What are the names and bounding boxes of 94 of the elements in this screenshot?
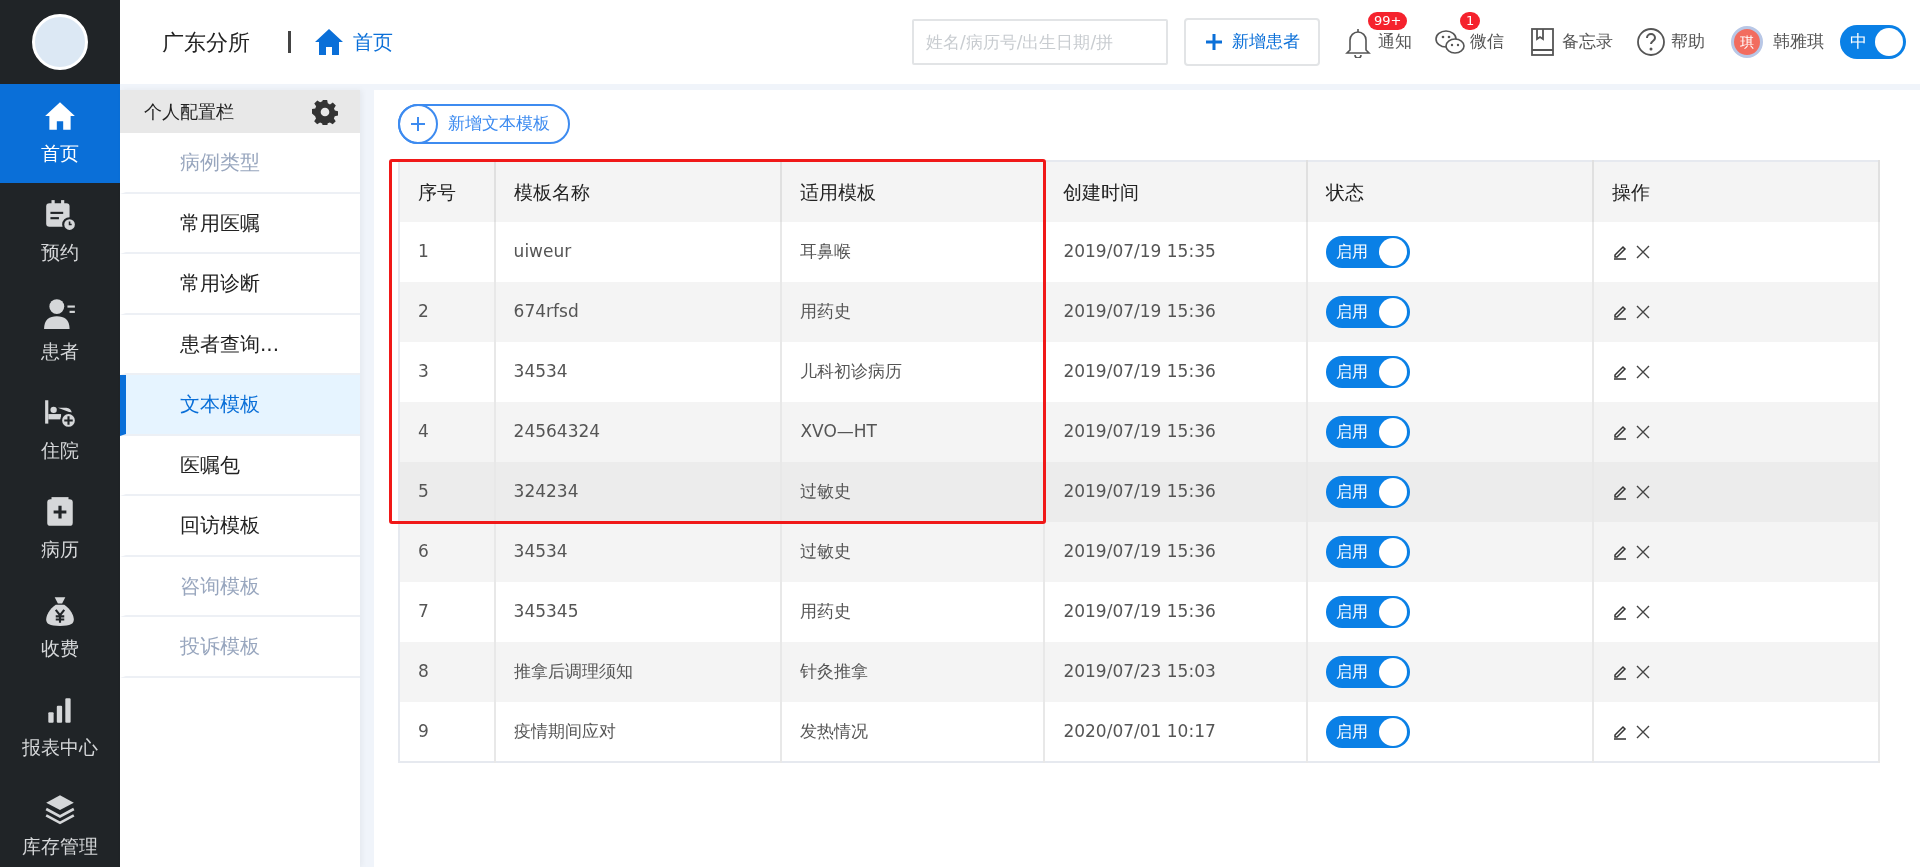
status-toggle[interactable]: 启用 [1326,476,1411,508]
table-cell: 推拿后调理须知 [494,642,782,702]
close-icon[interactable] [1636,605,1651,619]
table-cell: 8 [399,642,495,702]
column-header: 模板名称 [494,161,782,222]
table-cell: 324234 [494,462,782,522]
user-name: 韩雅琪 [1773,30,1824,54]
table-cell: 2019/07/19 15:36 [1044,522,1308,582]
config-menu-item[interactable]: 文本模板 [120,375,360,436]
close-icon[interactable] [1636,245,1651,259]
toolbar-link[interactable]: 备忘录 [1526,26,1613,58]
column-header: 操作 [1593,161,1879,222]
table-cell: 2019/07/19 15:36 [1044,462,1308,522]
table-cell: 6 [399,522,495,582]
close-icon[interactable] [1636,665,1651,679]
add-template-button[interactable]: 新增文本模板 [398,104,570,144]
nav-item[interactable]: 患者 [0,282,120,381]
nav-item[interactable]: 病历 [0,480,120,579]
panel-title: 个人配置栏 [144,100,234,124]
layers-icon [43,792,77,827]
table-cell: 34534 [494,522,782,582]
nav-item[interactable]: 库存管理 [0,777,120,867]
edit-icon[interactable] [1612,424,1629,440]
edit-icon[interactable] [1612,244,1629,260]
edit-icon[interactable] [1612,723,1629,740]
branch-name: 广东分所 [162,28,250,57]
calendar-icon [43,198,77,233]
nav-item[interactable]: 住院 [0,381,120,480]
table-cell: 24564324 [494,402,782,462]
edit-icon[interactable] [1612,604,1629,620]
close-icon[interactable] [1636,305,1651,319]
language-toggle[interactable]: 中 [1840,25,1906,59]
table-cell: XVO—HT [781,402,1045,462]
nav-item[interactable]: 收费 [0,579,120,678]
close-icon[interactable] [1636,724,1651,739]
config-menu-item[interactable]: 常用诊断 [120,254,360,315]
status-toggle[interactable]: 启用 [1326,236,1411,268]
edit-icon[interactable] [1612,544,1629,560]
toolbar-link[interactable]: 帮助 [1635,26,1705,58]
edit-icon[interactable] [1612,484,1629,500]
table-cell: 2019/07/23 15:03 [1044,642,1308,702]
status-toggle[interactable]: 启用 [1326,596,1411,628]
plus-icon [1204,32,1224,52]
money-bag-icon [43,594,77,629]
bell-icon [1342,26,1374,58]
table-cell: 2019/07/19 15:36 [1044,402,1308,462]
column-header: 序号 [399,161,495,222]
plus-icon [410,116,426,132]
user-avatar: 琪 [1731,26,1763,58]
config-menu-item[interactable]: 医嘱包 [120,435,360,496]
breadcrumb-link[interactable]: 首页 [313,26,393,58]
settings-icon[interactable] [312,98,338,125]
nav-item[interactable]: 首页 [0,84,120,183]
column-header: 适用模板 [781,161,1045,222]
status-toggle[interactable]: 启用 [1326,656,1411,688]
status-toggle[interactable]: 启用 [1326,356,1411,388]
count-badge: 1 [1460,12,1481,30]
edit-icon[interactable] [1612,664,1629,680]
close-icon[interactable] [1636,425,1651,439]
table-cell: 2019/07/19 15:36 [1044,282,1308,342]
close-icon[interactable] [1636,365,1651,379]
table-cell: 4 [399,402,495,462]
logo-avatar [32,14,88,70]
close-icon[interactable] [1636,545,1651,559]
status-toggle[interactable]: 启用 [1326,296,1411,328]
add-patient-button[interactable]: 新增患者 [1184,18,1320,66]
home-icon [313,26,345,58]
table-cell: 5 [399,462,495,522]
nav-item[interactable]: 预约 [0,183,120,282]
table-cell: 过敏史 [781,522,1045,582]
config-menu-item[interactable]: 常用医嘱 [120,193,360,254]
table-cell: 2 [399,282,495,342]
nav-item[interactable]: 报表中心 [0,678,120,777]
status-toggle[interactable]: 启用 [1326,416,1411,448]
config-menu-item[interactable]: 患者查询... [120,314,360,375]
table-cell: 疫情期间应对 [494,702,782,762]
table-cell: 2020/07/01 10:17 [1044,702,1308,762]
edit-icon[interactable] [1612,304,1629,320]
column-header: 创建时间 [1044,161,1308,222]
help-icon [1635,26,1667,58]
column-header: 状态 [1307,161,1594,222]
table-cell: 发热情况 [781,702,1045,762]
table-cell: 9 [399,702,495,762]
table-cell: 针灸推拿 [781,642,1045,702]
close-icon[interactable] [1636,485,1651,499]
table-cell: 674rfsd [494,282,782,342]
status-toggle[interactable]: 启用 [1326,715,1411,748]
count-badge: 99+ [1368,12,1408,30]
edit-icon[interactable] [1612,364,1629,380]
config-menu-item[interactable]: 回访模板 [120,496,360,557]
table-cell: 用药史 [781,282,1045,342]
person-icon [43,297,77,332]
table-cell: 过敏史 [781,462,1045,522]
status-toggle[interactable]: 启用 [1326,536,1411,568]
